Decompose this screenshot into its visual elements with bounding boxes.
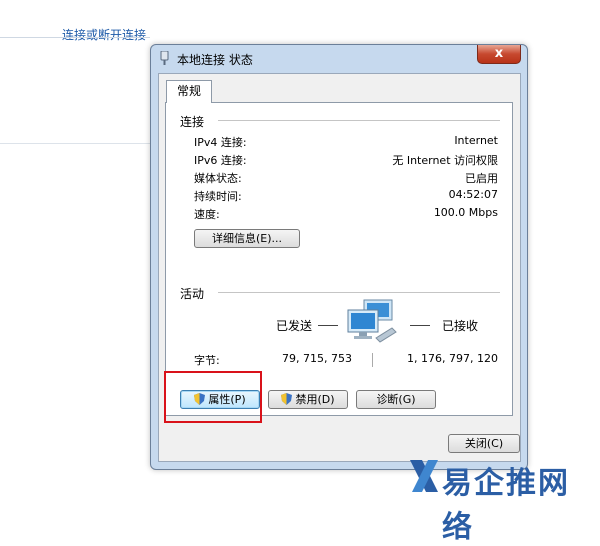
received-dash (410, 325, 430, 326)
watermark-text: 易企推网络 (442, 466, 570, 545)
activity-group-divider (218, 292, 500, 293)
sent-label: 已发送 (276, 319, 313, 333)
details-button[interactable]: 详细信息(E)... (194, 229, 300, 248)
properties-highlight-box (164, 371, 262, 423)
duration-label: 持续时间: (194, 190, 242, 203)
duration-value: 04:52:07 (448, 188, 498, 201)
window-close-button[interactable]: x (477, 45, 521, 64)
general-tab-panel: 连接 IPv4 连接: Internet IPv6 连接: 无 Internet… (165, 102, 513, 416)
bytes-sent-value: 79, 715, 753 (282, 352, 352, 365)
network-adapter-icon (160, 51, 169, 65)
background-divider-2 (0, 143, 150, 144)
media-state-value: 已启用 (465, 172, 498, 185)
ipv4-label: IPv4 连接: (194, 136, 247, 149)
connection-group-divider (218, 120, 500, 121)
diagnose-button[interactable]: 诊断(G) (356, 390, 436, 409)
ipv6-label: IPv6 连接: (194, 154, 247, 167)
ipv4-value: Internet (454, 134, 498, 147)
received-label: 已接收 (442, 319, 479, 333)
background-divider (0, 37, 150, 38)
uac-shield-icon (281, 393, 293, 405)
network-computers-icon (347, 299, 397, 343)
tab-general[interactable]: 常规 (166, 80, 212, 103)
speed-value: 100.0 Mbps (433, 206, 498, 219)
media-state-label: 媒体状态: (194, 172, 242, 185)
disable-button-label: 禁用(D) (295, 393, 335, 406)
watermark-logo-icon (410, 460, 438, 492)
speed-label: 速度: (194, 208, 220, 221)
connection-group-title: 连接 (180, 115, 205, 129)
title-bar[interactable]: 本地连接 状态 x (151, 45, 527, 71)
bytes-received-value: 1, 176, 797, 120 (407, 352, 498, 365)
bytes-label: 字节: (194, 354, 220, 367)
sent-dash (318, 325, 338, 326)
activity-separator (372, 353, 373, 367)
activity-group-title: 活动 (180, 287, 205, 301)
close-button[interactable]: 关闭(C) (448, 434, 520, 453)
connect-disconnect-link[interactable]: 连接或断开连接 (62, 26, 146, 43)
ipv6-value: 无 Internet 访问权限 (392, 154, 498, 167)
window-title: 本地连接 状态 (177, 53, 253, 67)
disable-button[interactable]: 禁用(D) (268, 390, 348, 409)
